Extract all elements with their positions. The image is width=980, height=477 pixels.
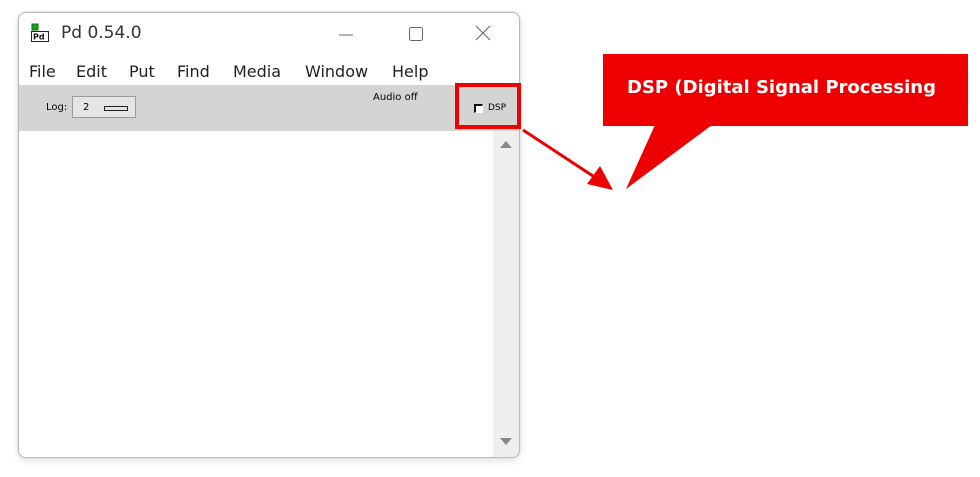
menu-put[interactable]: Put	[129, 62, 155, 81]
pd-app-icon: Pd	[31, 23, 49, 42]
log-label: Log:	[46, 102, 68, 113]
vertical-scrollbar[interactable]	[493, 131, 519, 457]
maximize-icon[interactable]	[401, 21, 431, 47]
dsp-callout: DSP (Digital Signal Processing	[603, 54, 968, 126]
scroll-down-icon[interactable]	[500, 438, 512, 445]
menu-media[interactable]: Media	[233, 62, 281, 81]
menu-window[interactable]: Window	[305, 62, 368, 81]
console-toolbar: Log: 2 Audio off DSP	[19, 85, 519, 131]
dsp-highlight-box	[455, 83, 521, 129]
callout-text: DSP (Digital Signal Processing	[627, 77, 936, 98]
scroll-up-icon[interactable]	[500, 141, 512, 148]
menu-help[interactable]: Help	[392, 62, 428, 81]
console-output[interactable]	[19, 131, 493, 457]
pd-main-window: Pd Pd 0.54.0 File Edit Put Find Media Wi…	[18, 12, 520, 458]
title-bar[interactable]: Pd Pd 0.54.0	[19, 13, 519, 55]
log-level-menubutton[interactable]: 2	[72, 96, 136, 118]
minimize-icon[interactable]	[331, 21, 361, 47]
menu-bar: File Edit Put Find Media Window Help	[19, 59, 519, 85]
menu-file[interactable]: File	[29, 62, 56, 81]
menubutton-indicator-icon	[104, 106, 128, 111]
menu-edit[interactable]: Edit	[76, 62, 107, 81]
window-title: Pd 0.54.0	[61, 23, 142, 43]
menu-find[interactable]: Find	[177, 62, 210, 81]
svg-text:Pd: Pd	[33, 33, 45, 42]
close-icon[interactable]	[468, 21, 498, 47]
audio-status: Audio off	[373, 92, 418, 103]
log-level-value: 2	[83, 102, 90, 113]
